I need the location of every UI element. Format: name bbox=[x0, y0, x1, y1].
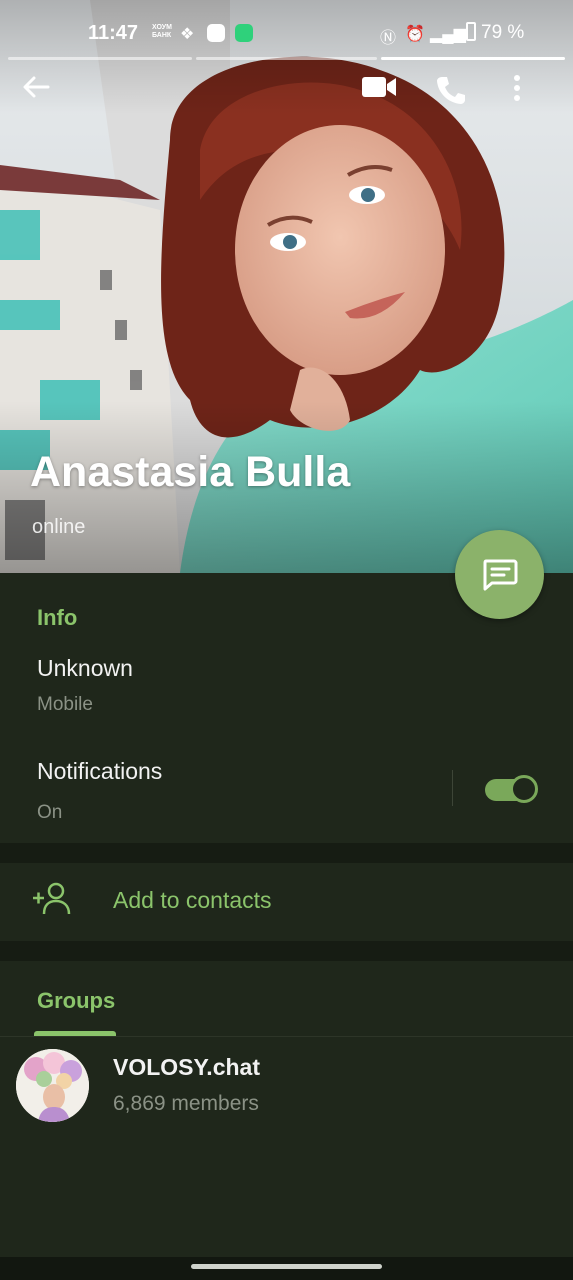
home-indicator[interactable] bbox=[191, 1264, 382, 1269]
photo-indicator-2[interactable] bbox=[196, 57, 377, 60]
diamond-app-icon: ❖ bbox=[180, 26, 195, 43]
notifications-toggle[interactable] bbox=[485, 775, 539, 803]
arrow-left-icon bbox=[23, 76, 50, 98]
nfc-icon: Ⓝ bbox=[380, 30, 397, 47]
more-options-button[interactable] bbox=[513, 75, 557, 119]
group-name: VOLOSY.chat bbox=[113, 1054, 260, 1080]
add-contact-label: Add to contacts bbox=[113, 887, 272, 913]
tabs-divider bbox=[0, 1036, 573, 1037]
tab-groups[interactable]: Groups bbox=[37, 988, 115, 1014]
chat-app-icon bbox=[235, 24, 253, 42]
notifications-value: On bbox=[37, 802, 63, 823]
photo-indicator-1[interactable] bbox=[8, 57, 192, 60]
camera-app-icon bbox=[207, 24, 225, 42]
profile-photo[interactable]: 11:47 ХОУМ БАНК ❖ Ⓝ ⏰ ▂▄▆ 79 % Anastasia… bbox=[0, 0, 573, 573]
more-vertical-icon bbox=[514, 75, 520, 101]
toggle-thumb bbox=[510, 775, 538, 803]
video-call-button[interactable] bbox=[361, 75, 405, 119]
signal-icon: ▂▄▆ bbox=[430, 26, 466, 43]
video-camera-icon bbox=[362, 77, 396, 97]
phone-value: Unknown bbox=[37, 655, 133, 681]
message-button[interactable] bbox=[455, 530, 544, 619]
section-separator-2 bbox=[0, 941, 573, 961]
add-contact-row[interactable] bbox=[0, 863, 573, 941]
notifications-label: Notifications bbox=[37, 758, 163, 784]
group-avatar-image bbox=[16, 1049, 89, 1122]
status-time: 11:47 bbox=[88, 22, 139, 44]
bank-notification-icon: ХОУМ БАНК bbox=[152, 24, 172, 40]
battery-icon bbox=[466, 22, 476, 41]
status-bar: 11:47 ХОУМ БАНК ❖ Ⓝ ⏰ ▂▄▆ 79 % bbox=[0, 0, 573, 60]
chat-bubble-icon bbox=[483, 559, 517, 590]
profile-status: online bbox=[32, 516, 86, 538]
add-person-icon bbox=[33, 882, 71, 915]
group-avatar bbox=[16, 1049, 89, 1122]
alarm-icon: ⏰ bbox=[405, 26, 425, 43]
back-button[interactable] bbox=[22, 75, 66, 119]
photo-indicator-3[interactable] bbox=[381, 57, 565, 60]
group-members: 6,869 members bbox=[113, 1092, 259, 1115]
battery-level: 79 % bbox=[481, 22, 525, 43]
toggle-divider bbox=[452, 770, 453, 806]
phone-label: Mobile bbox=[37, 694, 93, 715]
profile-name: Anastasia Bulla bbox=[30, 448, 351, 496]
bank-label-line2: БАНК bbox=[152, 32, 172, 39]
voice-call-button[interactable] bbox=[436, 75, 480, 119]
bank-label-line1: ХОУМ bbox=[152, 24, 172, 31]
info-title: Info bbox=[37, 605, 78, 630]
phone-icon bbox=[437, 77, 465, 104]
section-separator bbox=[0, 843, 573, 863]
